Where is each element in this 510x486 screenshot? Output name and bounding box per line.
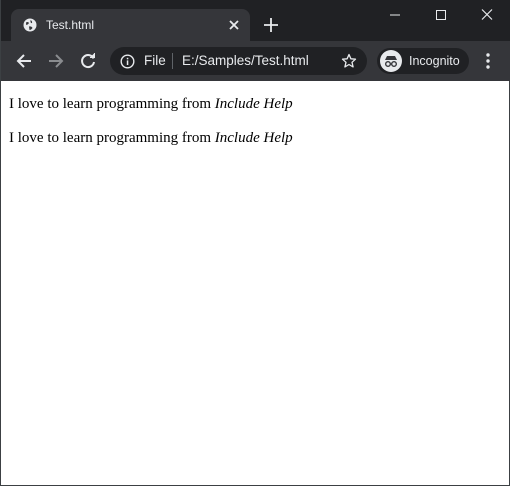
globe-icon xyxy=(23,18,37,32)
url-text[interactable]: E:/Samples/Test.html xyxy=(182,53,309,69)
close-window-icon[interactable] xyxy=(477,6,497,24)
close-tab-icon[interactable] xyxy=(226,17,242,33)
paragraph: I love to learn programming from Include… xyxy=(9,95,293,113)
paragraph: I love to learn programming from Include… xyxy=(9,129,293,147)
arrow-right-icon[interactable] xyxy=(46,51,66,71)
paragraph-text: I love to learn programming from xyxy=(9,130,215,146)
paragraph-emphasis: Include Help xyxy=(214,96,293,112)
star-icon[interactable] xyxy=(341,53,357,69)
paragraph-emphasis: Include Help xyxy=(214,130,293,146)
title-bar: Test.html xyxy=(1,0,510,41)
incognito-profile-button[interactable]: Incognito xyxy=(377,48,469,74)
address-bar[interactable]: File E:/Samples/Test.html xyxy=(110,47,367,75)
page-content: I love to learn programming from Include… xyxy=(1,81,509,485)
incognito-label: Incognito xyxy=(409,54,460,68)
browser-window: Test.html File E:/Samples/Test.html Inco… xyxy=(0,0,510,486)
browser-tab[interactable]: Test.html xyxy=(11,9,250,41)
maximize-icon[interactable] xyxy=(431,6,451,24)
three-dots-icon[interactable] xyxy=(480,51,496,71)
reload-icon[interactable] xyxy=(78,51,98,71)
toolbar: File E:/Samples/Test.html Incognito xyxy=(1,41,510,81)
incognito-icon xyxy=(380,50,402,72)
scheme-label: File xyxy=(144,53,166,68)
paragraph-text: I love to learn programming from xyxy=(9,96,215,112)
divider xyxy=(172,53,173,69)
plus-icon[interactable] xyxy=(263,17,279,33)
arrow-left-icon[interactable] xyxy=(14,51,34,71)
minimize-icon[interactable] xyxy=(385,6,405,24)
tab-title: Test.html xyxy=(46,18,95,32)
info-icon[interactable] xyxy=(120,54,135,69)
